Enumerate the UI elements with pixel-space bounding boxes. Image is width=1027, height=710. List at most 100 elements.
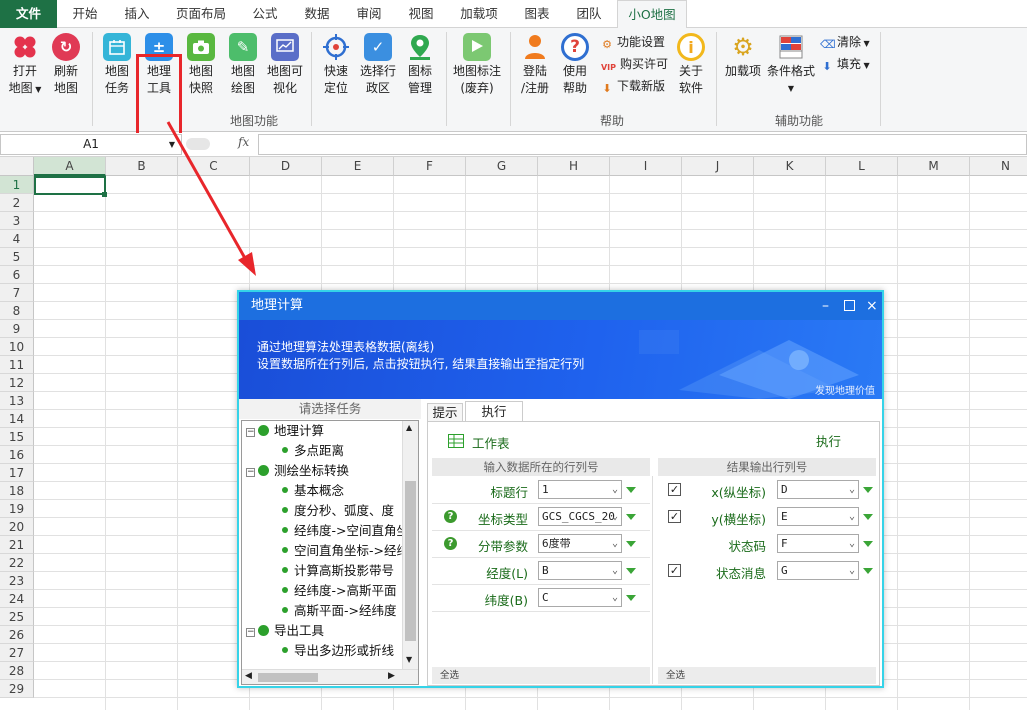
green-dropdown-icon[interactable] — [626, 568, 636, 574]
maximize-icon[interactable] — [844, 300, 855, 311]
green-dropdown-icon[interactable] — [626, 541, 636, 547]
scroll-down-icon[interactable]: ▼ — [406, 655, 412, 664]
help-button[interactable]: ? 使用 帮助 — [556, 33, 594, 97]
tab-hint[interactable]: 提示 — [427, 403, 463, 422]
tab-insert[interactable]: 插入 — [112, 0, 162, 28]
input-select[interactable]: 1 ⌄ — [538, 480, 622, 499]
buy-license-button[interactable]: VIP 购买许可 — [600, 56, 668, 75]
input-select[interactable]: C ⌄ — [538, 588, 622, 607]
addins-button[interactable]: ⚙ 加载项 — [722, 33, 764, 80]
output-select[interactable]: F ⌄ — [777, 534, 859, 553]
row-header[interactable]: 10 — [0, 338, 34, 356]
column-header[interactable]: J — [682, 157, 754, 176]
scroll-right-icon[interactable]: ▶ — [388, 671, 395, 681]
green-dropdown-icon[interactable] — [863, 487, 873, 493]
input-select[interactable]: GCS_CGCS_20 ⌄ — [538, 507, 622, 526]
close-icon[interactable]: × — [866, 292, 878, 320]
formula-input[interactable] — [258, 134, 1027, 155]
tree-leaf-node[interactable]: 经纬度->高斯平面 — [282, 582, 397, 600]
green-dropdown-icon[interactable] — [863, 514, 873, 520]
tree-leaf-node[interactable]: 高斯平面->经纬度 — [282, 602, 397, 620]
tab-charts[interactable]: 图表 — [512, 0, 562, 28]
select-region-button[interactable]: ✓ 选择行 政区 — [359, 33, 397, 97]
help-icon[interactable]: ? — [444, 537, 457, 550]
column-header[interactable]: L — [826, 157, 898, 176]
tab-page-layout[interactable]: 页面布局 — [168, 0, 234, 28]
row-header[interactable]: 1 — [0, 176, 34, 194]
row-header[interactable]: 22 — [0, 554, 34, 572]
chevron-down-icon[interactable]: ⌄ — [612, 481, 618, 498]
tree-group-node[interactable]: − 地理计算 — [246, 422, 324, 440]
row-header[interactable]: 28 — [0, 662, 34, 680]
row-header[interactable]: 23 — [0, 572, 34, 590]
select-all-corner[interactable] — [0, 157, 34, 176]
column-header[interactable]: M — [898, 157, 970, 176]
row-header[interactable]: 25 — [0, 608, 34, 626]
tab-formulas[interactable]: 公式 — [240, 0, 290, 28]
tree-leaf-node[interactable]: 基本概念 — [282, 482, 344, 500]
tree-leaf-node[interactable]: 计算高斯投影带号 — [282, 562, 394, 580]
selected-cell[interactable] — [34, 176, 106, 195]
row-header[interactable]: 18 — [0, 482, 34, 500]
row-header[interactable]: 12 — [0, 374, 34, 392]
collapse-icon[interactable]: − — [246, 628, 255, 637]
row-header[interactable]: 7 — [0, 284, 34, 302]
tree-leaf-node[interactable]: 经纬度->空间直角坐 — [282, 522, 409, 540]
input-select[interactable]: B ⌄ — [538, 561, 622, 580]
tab-view[interactable]: 视图 — [396, 0, 446, 28]
output-select[interactable]: E ⌄ — [777, 507, 859, 526]
tree-group-node[interactable]: − 测绘坐标转换 — [246, 462, 349, 480]
login-button[interactable]: 登陆 /注册 — [516, 33, 554, 97]
row-header[interactable]: 21 — [0, 536, 34, 554]
fill-button[interactable]: ⬇ 填充 ▼ — [820, 56, 869, 74]
refresh-map-button[interactable]: ↻ 刷新 地图 — [47, 33, 85, 97]
scroll-up-icon[interactable]: ▲ — [406, 423, 412, 432]
tab-execute[interactable]: 执行 — [465, 401, 523, 422]
help-icon[interactable]: ? — [444, 510, 457, 523]
map-mark-button[interactable]: 地图标注 (废弃) — [452, 33, 502, 97]
row-header[interactable]: 6 — [0, 266, 34, 284]
output-checkbox[interactable]: ✓ — [668, 564, 681, 577]
select-all-input[interactable]: 全选 — [432, 667, 650, 684]
tree-hscroll-thumb[interactable] — [258, 673, 318, 682]
chevron-down-icon[interactable]: ⌄ — [612, 562, 618, 579]
map-snapshot-button[interactable]: 地图 快照 — [182, 33, 220, 97]
column-header[interactable]: K — [754, 157, 826, 176]
column-header[interactable]: E — [322, 157, 394, 176]
column-header[interactable]: G — [466, 157, 538, 176]
quick-locate-button[interactable]: 快速 定位 — [317, 33, 355, 97]
output-select[interactable]: G ⌄ — [777, 561, 859, 580]
row-header[interactable]: 16 — [0, 446, 34, 464]
select-all-output[interactable]: 全选 — [658, 667, 876, 684]
tab-file[interactable]: 文件 — [0, 0, 57, 28]
row-header[interactable]: 11 — [0, 356, 34, 374]
row-header[interactable]: 4 — [0, 230, 34, 248]
clear-button[interactable]: ⌫清除 ▼ — [820, 34, 870, 52]
row-header[interactable]: 14 — [0, 410, 34, 428]
row-header[interactable]: 29 — [0, 680, 34, 698]
chevron-down-icon[interactable]: ⌄ — [849, 562, 855, 579]
minimize-icon[interactable]: – — [822, 292, 829, 320]
green-dropdown-icon[interactable] — [626, 514, 636, 520]
tab-home[interactable]: 开始 — [60, 0, 110, 28]
output-checkbox[interactable]: ✓ — [668, 510, 681, 523]
output-checkbox[interactable]: ✓ — [668, 483, 681, 496]
map-draw-button[interactable]: ✎ 地图 绘图 — [224, 33, 262, 97]
column-header[interactable]: H — [538, 157, 610, 176]
row-header[interactable]: 8 — [0, 302, 34, 320]
row-header[interactable]: 24 — [0, 590, 34, 608]
tree-hscroll[interactable]: ◀ ▶ — [242, 669, 418, 684]
tree-leaf-node[interactable]: 度分秒、弧度、度 — [282, 502, 394, 520]
tree-leaf-node[interactable]: 空间直角坐标->经纬 — [282, 542, 409, 560]
tab-review[interactable]: 审阅 — [344, 0, 394, 28]
output-select[interactable]: D ⌄ — [777, 480, 859, 499]
row-header[interactable]: 26 — [0, 626, 34, 644]
tab-data[interactable]: 数据 — [292, 0, 342, 28]
row-header[interactable]: 13 — [0, 392, 34, 410]
chevron-down-icon[interactable]: ⌄ — [849, 481, 855, 498]
download-new-button[interactable]: ⬇ 下载新版 — [600, 78, 665, 96]
map-task-button[interactable]: 地图 任务 — [98, 33, 136, 97]
name-box[interactable]: A1 ▼ — [0, 134, 182, 155]
column-header[interactable]: A — [34, 157, 106, 176]
green-dropdown-icon[interactable] — [863, 541, 873, 547]
